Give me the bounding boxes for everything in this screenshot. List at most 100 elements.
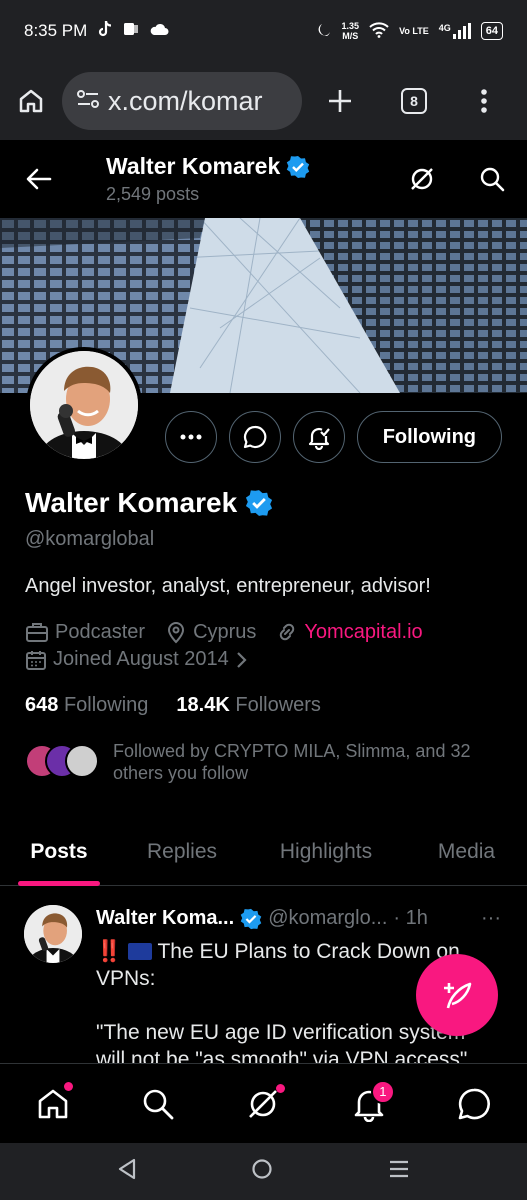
new-content-dot: [63, 1081, 73, 1091]
followers-count-link[interactable]: 18.4K Followers: [176, 694, 321, 717]
post-author-avatar[interactable]: [24, 905, 82, 963]
profile-category: Podcaster: [55, 620, 146, 643]
status-notification-icons: [97, 20, 169, 43]
home-icon: [38, 1089, 67, 1118]
avatar: [65, 744, 99, 778]
bottom-navigation: 1: [0, 1063, 527, 1143]
post-time: · 1h: [393, 907, 428, 929]
new-content-dot: [276, 1083, 286, 1093]
system-back-button[interactable]: [117, 1158, 137, 1185]
profile-joined-row: Joined August 2014: [25, 648, 247, 671]
home-button[interactable]: [0, 62, 62, 140]
profile-location: Cyprus: [193, 620, 257, 643]
tab-posts[interactable]: Posts: [0, 818, 118, 886]
verified-badge-icon: [246, 490, 273, 516]
eu-flag-icon: [128, 943, 152, 960]
profile-actions: Following: [164, 411, 502, 463]
back-button[interactable]: [0, 140, 78, 218]
profile-meta-row: Podcaster Cyprus Yomcapital.io: [25, 620, 423, 644]
arrow-left-icon: [26, 168, 52, 190]
profile-header-bar: Walter Komarek 2,549 posts: [0, 140, 527, 218]
tiktok-icon: [97, 20, 113, 43]
tab-count: 8: [401, 88, 427, 114]
status-right-icons: 1.35 M/S Vo LTE 4G 64: [316, 21, 503, 41]
system-recents-button[interactable]: [388, 1159, 410, 1184]
notify-button[interactable]: [292, 411, 345, 463]
grok-icon: [411, 168, 433, 190]
volte-label: Vo LTE: [399, 26, 429, 36]
grok-button[interactable]: [387, 140, 457, 218]
chevron-right-icon: [236, 651, 247, 668]
site-settings-icon[interactable]: [76, 89, 100, 114]
system-home-button[interactable]: [251, 1158, 273, 1185]
verified-badge-icon: [287, 155, 310, 178]
signal-icon: 4G: [439, 23, 471, 39]
header-name: Walter Komarek: [106, 153, 387, 180]
chat-bubble-icon: [243, 425, 267, 449]
followed-by-avatars: [25, 744, 100, 780]
following-count-link[interactable]: 648 Following: [25, 694, 148, 717]
browser-menu-button[interactable]: [456, 62, 512, 140]
profile-joined: Joined August 2014: [53, 648, 229, 670]
location-pin-icon: [168, 622, 185, 644]
profile-name: Walter Komarek: [25, 487, 273, 519]
app-notification-icon: [123, 21, 139, 42]
nav-grok[interactable]: [233, 1074, 293, 1134]
link-icon: [280, 623, 295, 641]
profile-avatar[interactable]: [26, 347, 142, 463]
nav-home[interactable]: [23, 1074, 83, 1134]
post-author-handle: @komarglo...: [268, 907, 388, 929]
status-bar: 8:35 PM 1.35 M/S Vo LTE 4G 64: [0, 0, 527, 62]
profile-tabs: Posts Replies Highlights Media: [0, 818, 527, 886]
search-button[interactable]: [457, 140, 527, 218]
verified-badge-icon: [240, 908, 262, 929]
followed-by-row[interactable]: Followed by CRYPTO MILA, Slimma, and 32 …: [25, 740, 503, 784]
notifications-badge: 1: [370, 1079, 395, 1104]
profile-bio: Angel investor, analyst, entrepreneur, a…: [25, 575, 431, 597]
net-speed: 1.35 M/S: [341, 21, 360, 41]
header-posts-count: 2,549 posts: [106, 184, 200, 204]
chat-bubble-icon: [458, 1088, 491, 1119]
more-vertical-icon: [481, 89, 487, 113]
bell-check-icon: [308, 427, 330, 450]
follow-counts: 648 Following 18.4K Followers: [25, 694, 321, 717]
post-line: will not be "as smooth" via VPN access": [96, 1048, 468, 1063]
nav-search[interactable]: [128, 1074, 188, 1134]
url-bar[interactable]: x.com/komar: [62, 72, 302, 130]
profile-website-link[interactable]: Yomcapital.io: [304, 621, 422, 644]
triangle-back-icon: [119, 1158, 136, 1180]
cloud-icon: [149, 21, 169, 41]
search-icon: [143, 1089, 174, 1119]
plus-icon: [329, 90, 351, 112]
followed-by-text: Followed by CRYPTO MILA, Slimma, and 32 …: [113, 741, 471, 783]
home-icon: [19, 89, 43, 113]
compose-feather-icon: [444, 982, 472, 1009]
briefcase-icon: [26, 623, 48, 642]
more-button[interactable]: [164, 411, 217, 463]
post-header: Walter Koma... @komarglo... · 1h: [96, 907, 428, 930]
post-more-button[interactable]: ···: [481, 907, 501, 930]
moon-icon: [316, 22, 332, 41]
circle-home-icon: [252, 1159, 273, 1179]
header-titles: Walter Komarek 2,549 posts: [78, 153, 387, 205]
compose-post-button[interactable]: [416, 954, 498, 1036]
status-time: 8:35 PM: [24, 21, 88, 40]
post-author-name[interactable]: Walter Koma...: [96, 907, 234, 930]
tab-media[interactable]: Media: [406, 818, 527, 886]
wifi-icon: [369, 21, 389, 41]
menu-lines-icon: [389, 1160, 408, 1178]
calendar-icon: [26, 650, 46, 670]
message-button[interactable]: [228, 411, 281, 463]
active-tab-indicator: [18, 881, 100, 886]
following-button[interactable]: Following: [356, 411, 502, 463]
browser-toolbar: x.com/komar 8: [0, 62, 527, 140]
tab-replies[interactable]: Replies: [118, 818, 246, 886]
nav-messages[interactable]: [444, 1074, 504, 1134]
new-tab-button[interactable]: [312, 62, 368, 140]
more-horizontal-icon: [180, 434, 202, 440]
search-icon: [480, 167, 505, 192]
system-navigation-bar: [0, 1143, 527, 1200]
nav-notifications[interactable]: 1: [339, 1074, 399, 1134]
tab-switcher-button[interactable]: 8: [386, 62, 442, 140]
tab-highlights[interactable]: Highlights: [246, 818, 406, 886]
